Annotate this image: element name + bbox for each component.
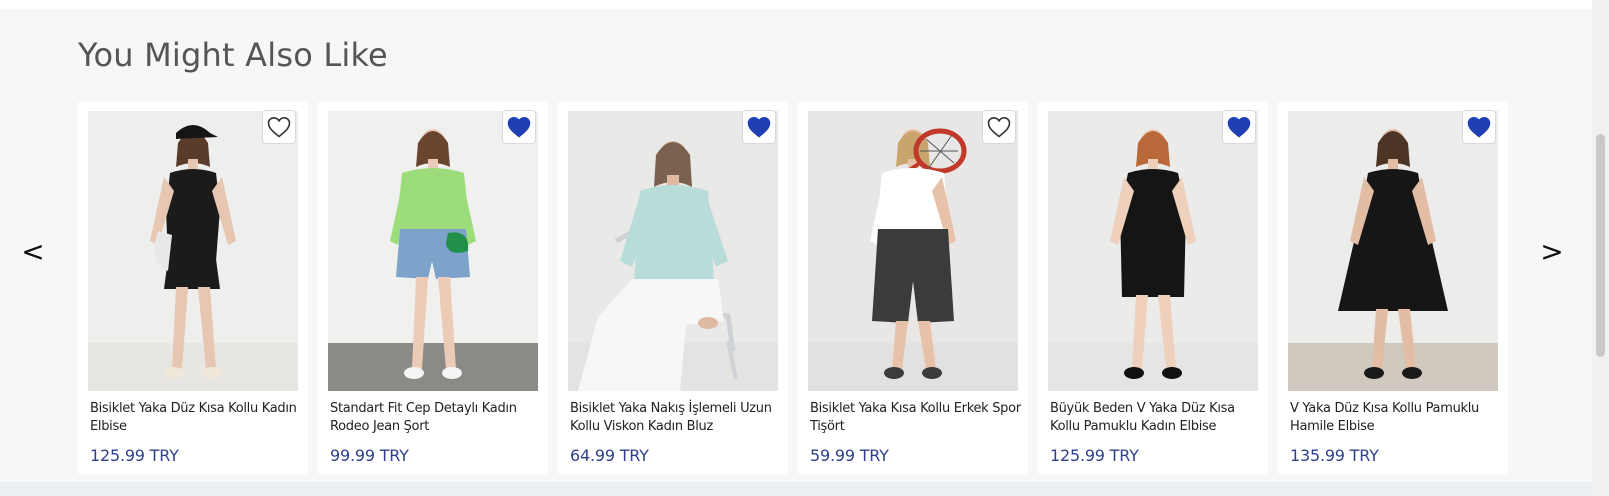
product-card[interactable]: Bisiklet Yaka Düz Kısa Kollu Kadın Elbis… (78, 102, 308, 474)
product-image[interactable] (568, 111, 778, 391)
heart-icon (1227, 116, 1251, 138)
product-image[interactable] (328, 111, 538, 391)
product-name[interactable]: Bisiklet Yaka Kısa Kollu Erkek Spor Tişö… (810, 400, 1022, 436)
product-price: 59.99 TRY (810, 446, 889, 465)
product-image[interactable] (1288, 111, 1498, 391)
page-top-strip (0, 0, 1592, 9)
product-image[interactable] (808, 111, 1018, 391)
product-price: 125.99 TRY (1050, 446, 1139, 465)
favorite-button[interactable] (262, 110, 296, 144)
favorite-button[interactable] (982, 110, 1016, 144)
heart-icon (987, 116, 1011, 138)
product-card[interactable]: Büyük Beden V Yaka Düz Kısa Kollu Pamukl… (1038, 102, 1268, 474)
model-in-black-maternity-dress-photo (1288, 111, 1498, 391)
chevron-right-icon: > (1540, 235, 1564, 268)
model-in-long-black-dress-photo (1048, 111, 1258, 391)
product-image[interactable] (1048, 111, 1258, 391)
product-card[interactable]: Standart Fit Cep Detaylı Kadın Rodeo Jea… (318, 102, 548, 474)
model-with-tennis-racket-photo (808, 111, 1018, 391)
section-title: You Might Also Like (78, 36, 388, 74)
product-card[interactable]: V Yaka Düz Kısa Kollu Pamuklu Hamile Elb… (1278, 102, 1508, 474)
product-price: 135.99 TRY (1290, 446, 1379, 465)
page-scrollbar[interactable] (1592, 0, 1609, 496)
product-price: 99.99 TRY (330, 446, 409, 465)
carousel-next-button[interactable]: > (1537, 232, 1567, 272)
page-bottom-strip (0, 482, 1609, 496)
favorite-button[interactable] (1222, 110, 1256, 144)
heart-icon (507, 116, 531, 138)
product-image[interactable] (88, 111, 298, 391)
model-in-black-tshirt-dress-photo (88, 111, 298, 391)
product-card[interactable]: Bisiklet Yaka Kısa Kollu Erkek Spor Tişö… (798, 102, 1028, 474)
model-in-denim-shorts-photo (328, 111, 538, 391)
product-carousel: Bisiklet Yaka Düz Kısa Kollu Kadın Elbis… (78, 102, 1508, 474)
product-name[interactable]: V Yaka Düz Kısa Kollu Pamuklu Hamile Elb… (1290, 400, 1502, 436)
heart-icon (267, 116, 291, 138)
heart-icon (747, 116, 771, 138)
product-name[interactable]: Standart Fit Cep Detaylı Kadın Rodeo Jea… (330, 400, 542, 436)
product-card[interactable]: Bisiklet Yaka Nakış İşlemeli Uzun Kollu … (558, 102, 788, 474)
product-name[interactable]: Büyük Beden V Yaka Düz Kısa Kollu Pamukl… (1050, 400, 1262, 436)
heart-icon (1467, 116, 1491, 138)
product-name[interactable]: Bisiklet Yaka Düz Kısa Kollu Kadın Elbis… (90, 400, 302, 436)
chevron-left-icon: < (21, 235, 45, 268)
favorite-button[interactable] (502, 110, 536, 144)
product-name[interactable]: Bisiklet Yaka Nakış İşlemeli Uzun Kollu … (570, 400, 782, 436)
product-price: 64.99 TRY (570, 446, 649, 465)
seated-model-in-floral-blouse-photo (568, 111, 778, 391)
scrollbar-thumb[interactable] (1596, 134, 1605, 357)
favorite-button[interactable] (742, 110, 776, 144)
carousel-prev-button[interactable]: < (18, 232, 48, 272)
favorite-button[interactable] (1462, 110, 1496, 144)
product-price: 125.99 TRY (90, 446, 179, 465)
